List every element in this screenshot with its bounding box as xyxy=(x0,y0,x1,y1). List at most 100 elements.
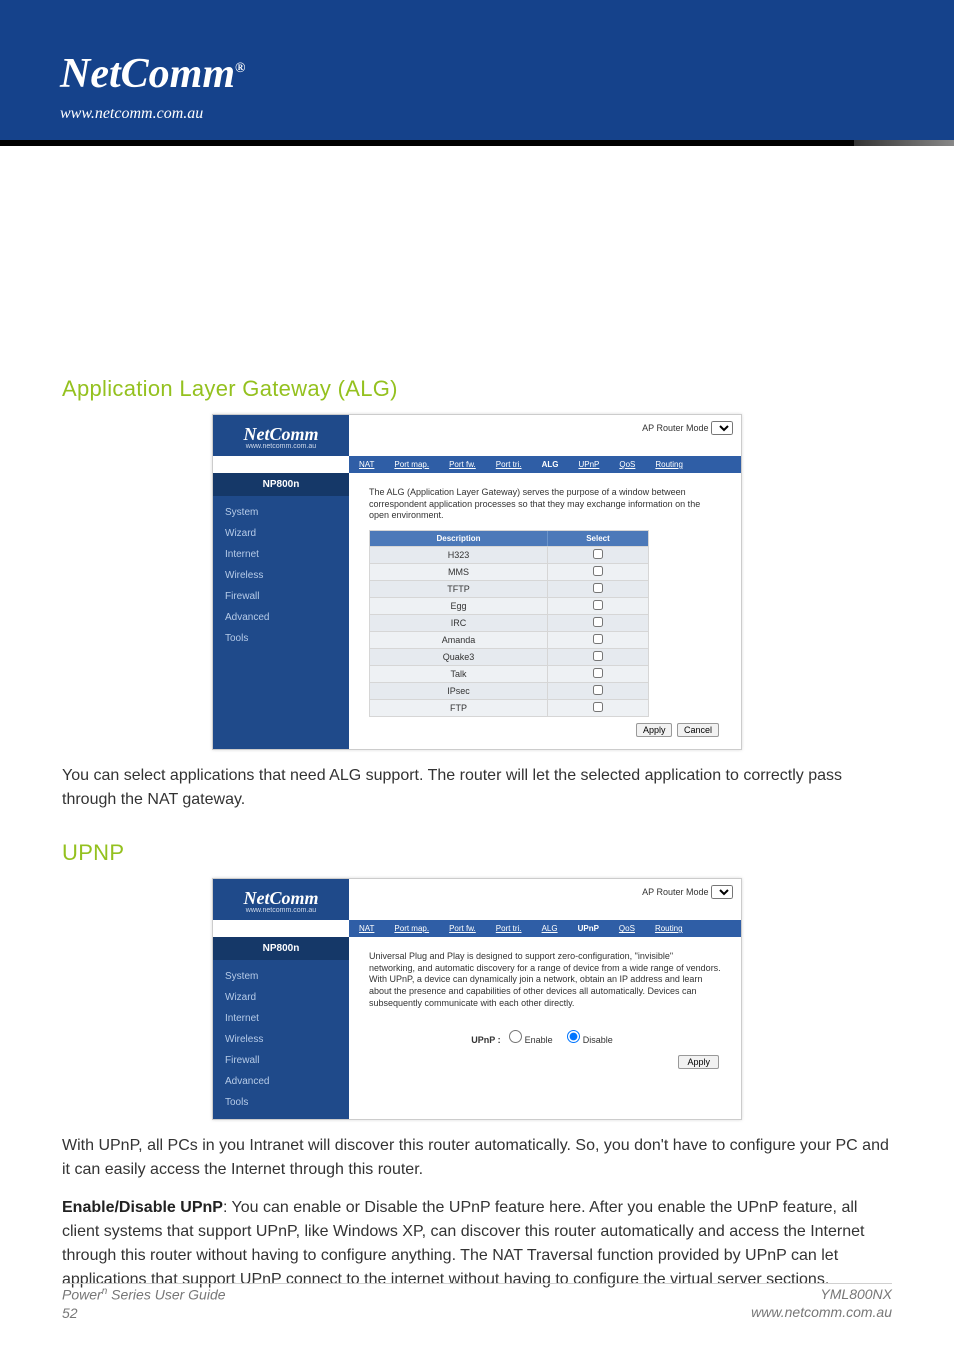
cell-description: Amanda xyxy=(370,632,548,648)
tab-portmap[interactable]: Port map. xyxy=(384,456,439,473)
sidebar: NP800n SystemWizardInternetWirelessFirew… xyxy=(213,473,349,749)
upnp-enable-option[interactable]: Enable xyxy=(509,1035,553,1045)
select-checkbox[interactable] xyxy=(593,583,603,593)
tab-routing[interactable]: Routing xyxy=(645,920,693,937)
cell-description: FTP xyxy=(370,700,548,716)
tab-porttri[interactable]: Port tri. xyxy=(486,920,532,937)
page-footer: Powern Series User Guide 52 YML800NX www… xyxy=(62,1285,892,1322)
tab-porttri[interactable]: Port tri. xyxy=(486,456,532,473)
select-checkbox[interactable] xyxy=(593,600,603,610)
cell-description: MMS xyxy=(370,564,548,580)
sidebar-item-wizard[interactable]: Wizard xyxy=(213,523,349,544)
tab-portfw[interactable]: Port fw. xyxy=(439,456,486,473)
mode-dropdown[interactable] xyxy=(711,421,733,435)
table-row: Talk xyxy=(370,665,648,682)
upnp-disable-option[interactable]: Disable xyxy=(567,1035,613,1045)
upnp-screenshot: NetComm www.netcomm.com.au AP Router Mod… xyxy=(212,878,742,1120)
tab-qos[interactable]: QoS xyxy=(609,456,645,473)
table-row: IPsec xyxy=(370,682,648,699)
tab-qos[interactable]: QoS xyxy=(609,920,645,937)
upnp-body1: With UPnP, all PCs in you Intranet will … xyxy=(62,1134,892,1182)
cell-description: IRC xyxy=(370,615,548,631)
select-checkbox[interactable] xyxy=(593,668,603,678)
table-row: Egg xyxy=(370,597,648,614)
ss-brand: NetComm www.netcomm.com.au xyxy=(213,415,349,456)
select-checkbox[interactable] xyxy=(593,702,603,712)
tab-routing[interactable]: Routing xyxy=(645,456,693,473)
select-checkbox[interactable] xyxy=(593,549,603,559)
sidebar: NP800n SystemWizardInternetWirelessFirew… xyxy=(213,937,349,1119)
cell-description: TFTP xyxy=(370,581,548,597)
alg-screenshot: NetComm www.netcomm.com.au AP Router Mod… xyxy=(212,414,742,750)
cell-select xyxy=(548,581,648,597)
cell-description: Quake3 xyxy=(370,649,548,665)
tab-portfw[interactable]: Port fw. xyxy=(439,920,486,937)
table-row: Quake3 xyxy=(370,648,648,665)
cell-select xyxy=(548,649,648,665)
sidebar-item-wizard[interactable]: Wizard xyxy=(213,987,349,1008)
sidebar-item-tools[interactable]: Tools xyxy=(213,1092,349,1113)
select-checkbox[interactable] xyxy=(593,634,603,644)
header-rule xyxy=(0,140,954,146)
table-row: TFTP xyxy=(370,580,648,597)
device-model: NP800n xyxy=(213,937,349,960)
tab-nat[interactable]: NAT xyxy=(349,456,384,473)
sidebar-item-system[interactable]: System xyxy=(213,502,349,523)
tab-portmap[interactable]: Port map. xyxy=(384,920,439,937)
cell-description: H323 xyxy=(370,547,548,563)
cell-select xyxy=(548,666,648,682)
table-row: FTP xyxy=(370,699,648,716)
radio-disable[interactable] xyxy=(567,1030,580,1043)
cell-select xyxy=(548,700,648,716)
brand-logo: NetComm® xyxy=(60,50,245,98)
select-checkbox[interactable] xyxy=(593,651,603,661)
sidebar-item-internet[interactable]: Internet xyxy=(213,1008,349,1029)
alg-body-text: You can select applications that need AL… xyxy=(62,764,892,812)
sidebar-item-wireless[interactable]: Wireless xyxy=(213,565,349,586)
tab-nat[interactable]: NAT xyxy=(349,920,384,937)
th-select: Select xyxy=(548,531,648,546)
cell-description: IPsec xyxy=(370,683,548,699)
apply-button[interactable]: Apply xyxy=(636,723,673,737)
upnp-section-title: UPNP xyxy=(62,840,892,866)
sidebar-item-firewall[interactable]: Firewall xyxy=(213,1050,349,1071)
mode-selector[interactable]: AP Router Mode xyxy=(349,415,741,456)
cell-description: Talk xyxy=(370,666,548,682)
upnp-intro-text: Universal Plug and Play is designed to s… xyxy=(369,951,721,1009)
sidebar-item-internet[interactable]: Internet xyxy=(213,544,349,565)
sidebar-item-wireless[interactable]: Wireless xyxy=(213,1029,349,1050)
cell-select xyxy=(548,632,648,648)
footer-rule xyxy=(62,1283,892,1284)
sidebar-item-system[interactable]: System xyxy=(213,966,349,987)
cell-select xyxy=(548,683,648,699)
tab-upnp[interactable]: UPnP xyxy=(568,456,609,473)
select-checkbox[interactable] xyxy=(593,566,603,576)
tab-upnp[interactable]: UPnP xyxy=(568,920,609,937)
ss-brand: NetComm www.netcomm.com.au xyxy=(213,879,349,920)
mode-dropdown[interactable] xyxy=(711,885,733,899)
alg-table: Description Select H323MMSTFTPEggIRCAman… xyxy=(369,530,649,717)
brand-url: www.netcomm.com.au xyxy=(60,105,203,123)
tab-bar: NATPort map.Port fw.Port tri.ALGUPnPQoSR… xyxy=(349,456,741,473)
sidebar-item-advanced[interactable]: Advanced xyxy=(213,607,349,628)
th-description: Description xyxy=(370,531,548,546)
table-row: H323 xyxy=(370,546,648,563)
tab-alg[interactable]: ALG xyxy=(532,456,569,473)
mode-selector[interactable]: AP Router Mode xyxy=(349,879,741,920)
table-row: Amanda xyxy=(370,631,648,648)
radio-enable[interactable] xyxy=(509,1030,522,1043)
cancel-button[interactable]: Cancel xyxy=(677,723,719,737)
select-checkbox[interactable] xyxy=(593,685,603,695)
select-checkbox[interactable] xyxy=(593,617,603,627)
sidebar-item-tools[interactable]: Tools xyxy=(213,628,349,649)
alg-intro-text: The ALG (Application Layer Gateway) serv… xyxy=(369,487,721,522)
cell-select xyxy=(548,547,648,563)
apply-button[interactable]: Apply xyxy=(678,1055,719,1069)
sidebar-item-advanced[interactable]: Advanced xyxy=(213,1071,349,1092)
sidebar-item-firewall[interactable]: Firewall xyxy=(213,586,349,607)
page-header-banner: NetComm® www.netcomm.com.au xyxy=(0,0,954,140)
tab-alg[interactable]: ALG xyxy=(532,920,568,937)
table-row: IRC xyxy=(370,614,648,631)
alg-section-title: Application Layer Gateway (ALG) xyxy=(62,376,892,402)
cell-select xyxy=(548,564,648,580)
